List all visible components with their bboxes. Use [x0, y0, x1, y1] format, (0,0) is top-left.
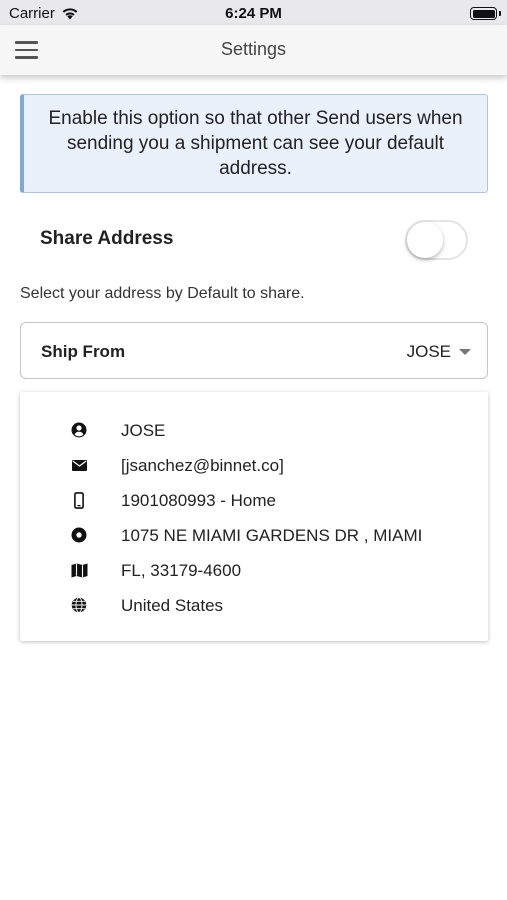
- mobile-phone-icon: [70, 491, 88, 509]
- ship-from-label: Ship From: [41, 342, 126, 361]
- address-row-street: 1075 NE MIAMI GARDENS DR , MIAMI: [20, 520, 488, 550]
- envelope-icon: [70, 456, 88, 474]
- globe-icon: [70, 596, 88, 614]
- address-state-zip: FL, 33179-4600: [121, 561, 242, 580]
- address-street: 1075 NE MIAMI GARDENS DR , MIAMI: [121, 526, 423, 545]
- address-country: United States: [121, 596, 224, 615]
- location-dot-icon: [70, 526, 88, 544]
- ship-from-select[interactable]: Ship From JOSE: [20, 322, 488, 379]
- address-card: JOSE [jsanchez@binnet.co] 1901080993 - H…: [20, 392, 488, 641]
- info-banner: Enable this option so that other Send us…: [20, 94, 488, 193]
- battery-tip: [499, 11, 501, 16]
- share-address-label: Share Address: [40, 228, 174, 249]
- info-text: Enable this option so that other Send us…: [48, 108, 463, 179]
- address-row-phone: 1901080993 - Home: [20, 485, 488, 515]
- address-email: [jsanchez@binnet.co]: [121, 456, 284, 475]
- share-address-toggle[interactable]: [405, 220, 468, 260]
- address-phone: 1901080993 - Home: [121, 491, 277, 510]
- select-hint-text: Select your address by Default to share.: [20, 285, 305, 302]
- map-icon: [70, 561, 88, 579]
- page-title: Settings: [220, 39, 287, 59]
- address-row-country: United States: [20, 590, 488, 620]
- caret-down-icon: [459, 349, 471, 355]
- address-row-state-zip: FL, 33179-4600: [20, 555, 488, 585]
- status-bar: Carrier 6:24 PM: [0, 0, 507, 25]
- status-time: 6:24 PM: [225, 5, 282, 22]
- app-bar: Settings: [0, 25, 507, 75]
- toggle-knob: [407, 222, 443, 258]
- ship-from-value: JOSE: [406, 342, 451, 361]
- address-row-name: JOSE: [20, 415, 488, 445]
- battery-icon: [470, 7, 497, 20]
- address-row-email: [jsanchez@binnet.co]: [20, 450, 488, 480]
- address-name: JOSE: [121, 421, 166, 440]
- user-icon: [70, 421, 88, 439]
